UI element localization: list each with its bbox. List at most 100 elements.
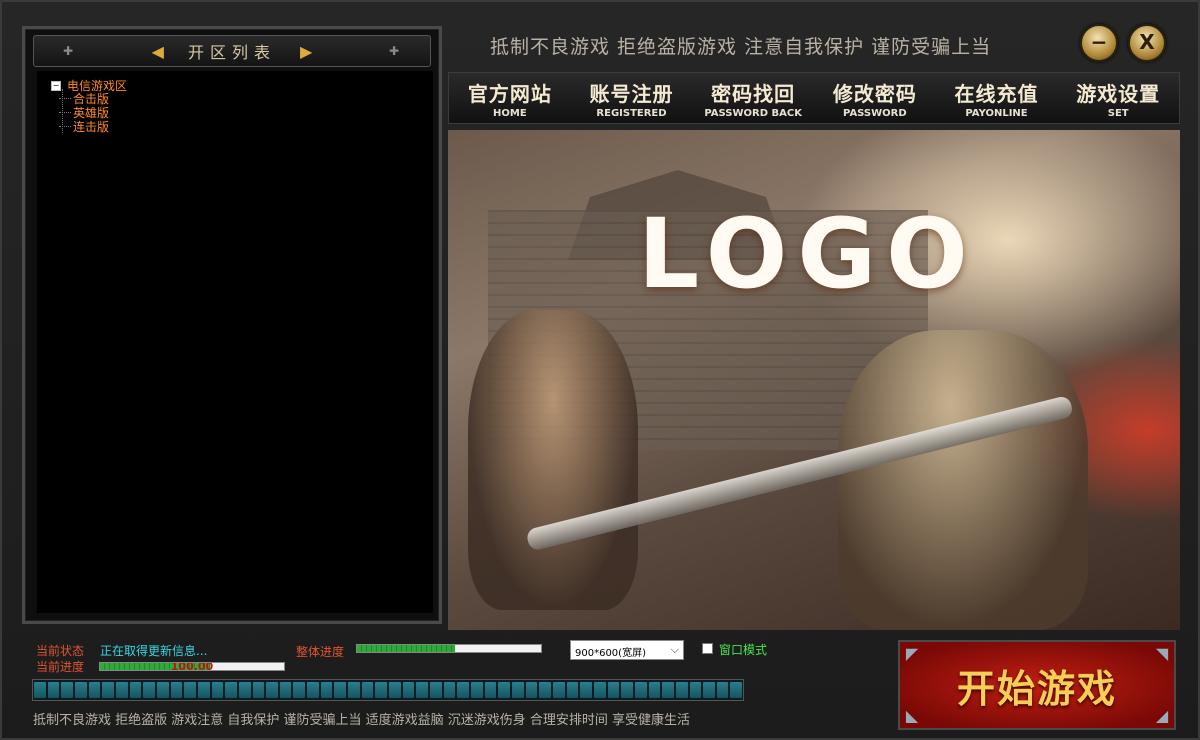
arrow-left-icon[interactable]: ◀ — [152, 42, 164, 61]
corner-ornament-icon: ◢ — [1155, 706, 1169, 725]
nav-label: 游戏设置 — [1076, 81, 1161, 106]
progress-percent: 100.00 — [170, 662, 214, 671]
tree-node-label[interactable]: 连击版 — [73, 118, 109, 135]
progress-segment — [566, 682, 579, 698]
nav-bar: 官方网站 HOME 账号注册 REGISTERED 密码找回 PASSWORD … — [448, 72, 1180, 124]
progress-segment — [607, 682, 620, 698]
nav-home[interactable]: 官方网站 HOME — [449, 73, 571, 123]
nav-password-recovery[interactable]: 密码找回 PASSWORD BACK — [692, 73, 814, 123]
current-progress-label: 当前进度 — [36, 660, 85, 674]
progress-segment — [34, 682, 46, 698]
progress-segment — [115, 682, 128, 698]
nav-sublabel: SET — [1107, 107, 1129, 119]
progress-segment — [716, 682, 729, 698]
progress-segment — [211, 682, 224, 698]
progress-segment — [389, 682, 401, 698]
tree-node-child[interactable]: 连击版 — [59, 118, 109, 135]
nav-register[interactable]: 账号注册 REGISTERED — [571, 73, 693, 123]
progress-segment — [525, 682, 538, 698]
current-status-label: 当前状态 — [36, 644, 85, 658]
server-list-title: 开区列表 — [187, 43, 276, 62]
current-status-value: 正在取得更新信息... — [100, 644, 208, 658]
banner-artwork — [468, 310, 638, 610]
progress-segment — [375, 682, 388, 698]
nav-change-password[interactable]: 修改密码 PASSWORD — [814, 73, 936, 123]
progress-segment — [129, 682, 142, 698]
nav-sublabel: HOME — [493, 107, 527, 119]
progress-segment — [675, 682, 688, 698]
minimize-button[interactable]: − — [1080, 24, 1118, 62]
nav-sublabel: PASSWORD — [843, 107, 907, 119]
tree-connector — [59, 112, 71, 113]
overall-progress-label: 整体进度 — [296, 645, 345, 659]
progress-segment — [511, 682, 524, 698]
nav-label: 修改密码 — [832, 81, 917, 106]
banner-artwork — [838, 330, 1088, 630]
progress-segment — [170, 682, 183, 698]
corner-ornament-icon: ◣ — [905, 706, 919, 725]
nav-label: 官方网站 — [467, 81, 552, 106]
progress-segment — [361, 682, 374, 698]
start-game-label: 开始游戏 — [956, 665, 1117, 711]
hero-banner: LOGO — [448, 130, 1180, 630]
progress-segment — [471, 682, 483, 698]
footer-notice: 抵制不良游戏 拒绝盗版 游戏注意 自我保护 谨防受骗上当 适度游戏益脑 沉迷游戏… — [33, 713, 691, 728]
collapse-icon[interactable]: − — [51, 80, 61, 91]
start-game-button[interactable]: ◤ ◥ ◣ ◢ 开始游戏 — [898, 640, 1176, 730]
resolution-select[interactable]: 900*600(宽屏) ⌵ — [570, 640, 684, 660]
progress-segment — [498, 682, 510, 698]
progress-segment — [156, 682, 169, 698]
progress-segment — [593, 682, 606, 698]
game-logo: LOGO — [638, 198, 978, 310]
progress-segment — [293, 682, 306, 698]
progress-segment — [143, 682, 155, 698]
progress-segment — [334, 682, 347, 698]
progress-segment — [662, 682, 674, 698]
progress-segment — [225, 682, 237, 698]
progress-segment — [252, 682, 265, 698]
nav-game-settings[interactable]: 游戏设置 SET — [1057, 73, 1179, 123]
window-mode-label[interactable]: 窗口模式 — [719, 641, 767, 658]
progress-segment — [402, 682, 415, 698]
progress-segment — [238, 682, 251, 698]
progress-segment — [47, 682, 60, 698]
progress-segment — [320, 682, 333, 698]
tree-connector — [59, 98, 71, 99]
server-list-header: ✚ ◀ 开区列表 ▶ ✚ — [33, 35, 431, 67]
progress-segment — [484, 682, 497, 698]
progress-segment — [61, 682, 73, 698]
progress-segment — [197, 682, 210, 698]
nav-sublabel: REGISTERED — [596, 107, 667, 119]
progress-segment — [348, 682, 360, 698]
progress-segment — [279, 682, 292, 698]
download-progress-bar — [32, 679, 744, 701]
tree-connector — [59, 126, 71, 127]
progress-segment — [307, 682, 319, 698]
nav-label: 密码找回 — [711, 81, 796, 106]
corner-ornament-icon: ◤ — [905, 644, 919, 663]
progress-segment — [266, 682, 278, 698]
overall-progress-bar — [356, 644, 542, 653]
server-tree: − 电信游戏区 合击版 英雄版 连击版 — [37, 71, 433, 613]
close-button[interactable]: X — [1128, 24, 1166, 62]
window-mode-checkbox[interactable] — [702, 643, 713, 654]
progress-segment — [634, 682, 647, 698]
progress-segment — [552, 682, 565, 698]
progress-segment — [416, 682, 429, 698]
progress-segment — [648, 682, 661, 698]
corner-ornament-icon: ◥ — [1155, 644, 1169, 663]
arrow-right-icon[interactable]: ▶ — [300, 42, 312, 61]
progress-segment — [703, 682, 715, 698]
nav-recharge[interactable]: 在线充值 PAYONLINE — [936, 73, 1058, 123]
nav-label: 账号注册 — [589, 81, 674, 106]
rivet-icon: ✚ — [388, 44, 400, 58]
progress-segment — [580, 682, 592, 698]
progress-segment — [457, 682, 469, 698]
header-slogan: 抵制不良游戏 拒绝盗版游戏 注意自我保护 谨防受骗上当 — [490, 36, 992, 58]
nav-label: 在线充值 — [954, 81, 1039, 106]
current-progress-bar: 100.00 — [99, 662, 285, 671]
rivet-icon: ✚ — [62, 44, 74, 58]
chevron-down-icon[interactable]: ⌵ — [671, 643, 679, 657]
nav-sublabel: PASSWORD BACK — [704, 107, 802, 119]
nav-sublabel: PAYONLINE — [965, 107, 1028, 119]
